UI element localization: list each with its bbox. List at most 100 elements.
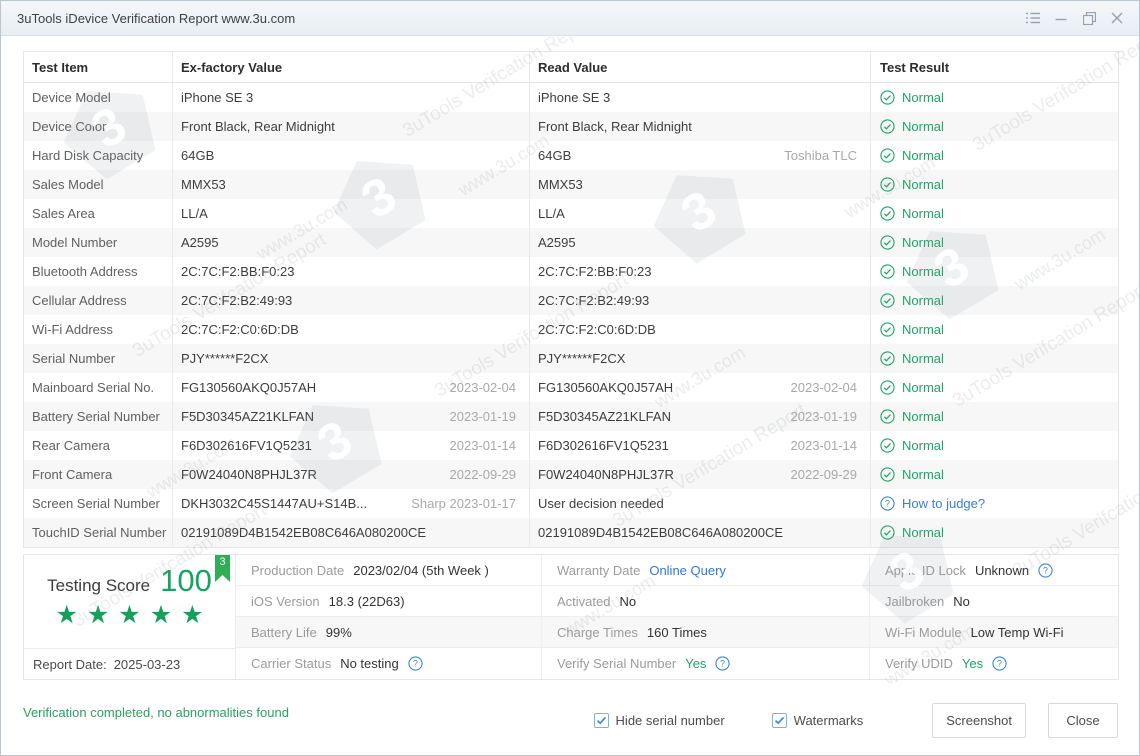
question-circle-icon[interactable]: ? xyxy=(715,656,731,671)
report-table: Test Item Ex-factory Value Read Value Te… xyxy=(23,51,1119,548)
close-icon[interactable] xyxy=(1103,1,1131,35)
value-text: A2595 xyxy=(538,235,576,250)
summary-label: Verify Serial Number xyxy=(557,656,677,671)
value-note: 2023-02-04 xyxy=(790,380,858,395)
report-date-label: Report Date: xyxy=(33,656,107,672)
test-result-cell: Normal xyxy=(870,286,1118,315)
question-circle-icon[interactable]: ? xyxy=(992,656,1007,671)
test-item-label: Wi-Fi Address xyxy=(32,322,113,337)
summary-cell: Verify Serial Number Yes? xyxy=(542,648,870,679)
test-result-cell: Normal xyxy=(870,257,1118,286)
summary-value: 99% xyxy=(325,624,352,640)
value-text: 64GB xyxy=(538,148,572,163)
summary-cell: Warranty Date Online Query xyxy=(542,555,870,586)
value-text: F6D302616FV1Q5231 xyxy=(538,438,669,453)
read-value: 2C:7C:F2:B2:49:93 xyxy=(529,286,870,315)
read-value: User decision needed xyxy=(529,489,870,518)
ex-factory-value: PJY******F2CX xyxy=(172,344,529,373)
summary-value: Yes xyxy=(685,656,707,671)
summary-cell: Activated No xyxy=(542,586,870,617)
test-result-cell: Normal xyxy=(870,83,1118,112)
online-query-link[interactable]: Online Query xyxy=(649,563,726,578)
value-note: 2023-01-19 xyxy=(449,409,517,424)
table-row: Mainboard Serial No. FG130560AKQ0J57AH 202… xyxy=(24,373,1118,402)
minimize-icon[interactable] xyxy=(1047,1,1075,35)
question-circle-icon[interactable]: ? xyxy=(408,656,423,671)
check-circle-icon xyxy=(880,438,895,453)
summary-value: No testing xyxy=(340,656,399,671)
read-value: F6D302616FV1Q5231 2023-01-14 xyxy=(529,431,870,460)
window-title: 3uTools iDevice Verification Report www.… xyxy=(17,10,296,26)
check-circle-icon xyxy=(880,90,895,105)
value-text: LL/A xyxy=(181,206,208,221)
summary-cell: Charge Times 160 Times xyxy=(542,617,870,648)
read-value: 2C:7C:F2:BB:F0:23 xyxy=(529,257,870,286)
report-date-row: Report Date: 2025-03-23 xyxy=(24,649,235,679)
checkbox-box xyxy=(593,713,609,728)
table-row: Model Number A2595 A2595 Normal xyxy=(24,228,1118,257)
watermarks-checkbox[interactable]: Watermarks xyxy=(771,713,863,728)
summary-cell: Apple ID Lock Unknown? xyxy=(870,555,1118,586)
check-circle-icon xyxy=(880,293,895,308)
read-value: 02191089D4B1542EB08C646A080200CE xyxy=(529,518,870,547)
test-result-cell: Normal xyxy=(870,402,1118,431)
result-label: Normal xyxy=(902,525,944,540)
test-item-label: Cellular Address xyxy=(32,293,127,308)
how-to-judge-link[interactable]: How to judge? xyxy=(902,496,985,511)
footer-actions: Hide serial number Watermarks Screenshot … xyxy=(593,703,1118,738)
ex-factory-value: LL/A xyxy=(172,199,529,228)
value-text: iPhone SE 3 xyxy=(181,90,254,105)
check-circle-icon xyxy=(880,264,895,279)
table-row: Battery Serial Number F5D30345AZ21KLFAN 20… xyxy=(24,402,1118,431)
check-circle-icon xyxy=(880,206,895,221)
test-item-label: Device Model xyxy=(32,90,111,105)
table-row: Device Model iPhone SE 3 iPhone SE 3 Normal xyxy=(24,83,1118,112)
summary-label: Carrier Status xyxy=(251,656,332,671)
app-window: 3uTools iDevice Verification Report www.… xyxy=(0,0,1140,756)
value-text: F0W24040N8PHJL37R xyxy=(181,467,317,482)
window-controls xyxy=(1019,1,1139,35)
read-value: LL/A xyxy=(529,199,870,228)
table-row: Cellular Address 2C:7C:F2:B2:49:93 2C:7C:F… xyxy=(24,286,1118,315)
menu-icon[interactable] xyxy=(1019,1,1047,35)
test-result-cell: Normal xyxy=(870,112,1118,141)
value-text: F5D30345AZ21KLFAN xyxy=(538,409,671,424)
ex-factory-value: Front Black, Rear Midnight xyxy=(172,112,529,141)
summary-value: Unknown xyxy=(974,562,1030,578)
value-text: DKH3032C45S1447AU+S14B... xyxy=(181,496,368,511)
value-text: F6D302616FV1Q5231 xyxy=(181,438,312,453)
result-label: Normal xyxy=(902,119,944,134)
table-body: Device Model iPhone SE 3 iPhone SE 3 Normal… xyxy=(24,83,1118,547)
question-circle-icon[interactable]: ? xyxy=(1038,562,1053,578)
value-text: 2C:7C:F2:BB:F0:23 xyxy=(538,264,652,279)
table-row: Bluetooth Address 2C:7C:F2:BB:F0:23 2C:7C:… xyxy=(24,257,1118,286)
table-header: Read Value xyxy=(529,52,870,82)
read-value: F0W24040N8PHJL37R 2022-09-29 xyxy=(529,460,870,489)
close-button[interactable]: Close xyxy=(1048,703,1118,738)
value-text: F0W24040N8PHJL37R xyxy=(538,467,674,482)
table-header: Ex-factory Value xyxy=(172,52,529,82)
screenshot-button[interactable]: Screenshot xyxy=(932,703,1026,738)
hide-serial-checkbox[interactable]: Hide serial number xyxy=(593,713,725,728)
summary-label: Warranty Date xyxy=(557,562,641,578)
ex-factory-value: 02191089D4B1542EB08C646A080200CE xyxy=(172,518,529,547)
check-circle-icon xyxy=(880,409,895,424)
footer-checkboxes: Hide serial number Watermarks xyxy=(593,713,911,728)
ex-factory-value: F6D302616FV1Q5231 2023-01-14 xyxy=(172,431,529,460)
svg-text:?: ? xyxy=(885,499,890,509)
ex-factory-value: MMX53 xyxy=(172,170,529,199)
svg-text:?: ? xyxy=(720,659,725,669)
table-row: TouchID Serial Number 02191089D4B1542EB08… xyxy=(24,518,1118,547)
value-text: F5D30345AZ21KLFAN xyxy=(181,409,314,424)
read-value: MMX53 xyxy=(529,170,870,199)
question-circle-icon[interactable]: ? xyxy=(880,496,895,511)
score-area: 3 Testing Score 100 ★ ★ ★ ★ ★ xyxy=(24,555,235,649)
check-circle-icon xyxy=(880,119,895,134)
value-text: PJY******F2CX xyxy=(181,351,269,366)
value-text: A2595 xyxy=(181,235,219,250)
summary-label: Production Date xyxy=(251,562,345,578)
testing-score-value: 100 xyxy=(160,563,212,598)
restore-icon[interactable] xyxy=(1075,1,1103,35)
read-value: F5D30345AZ21KLFAN 2023-01-19 xyxy=(529,402,870,431)
check-circle-icon xyxy=(880,525,895,540)
